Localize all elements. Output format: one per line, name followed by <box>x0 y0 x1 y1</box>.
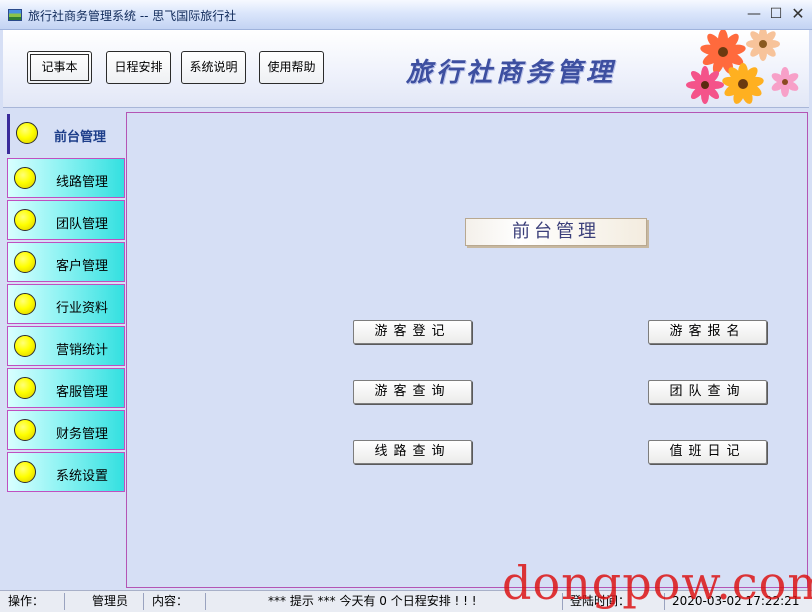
sidebar-item-front-desk[interactable]: 前台管理 <box>7 114 125 154</box>
header-toolbar: 记事本 日程安排 系统说明 使用帮助 旅行社商务管理 <box>3 30 809 108</box>
route-query-button[interactable]: 线路查询 <box>353 440 472 464</box>
main-panel: 前台管理 游客登记 游客报名 游客查询 团队查询 线路查询 值班日记 <box>126 112 808 588</box>
title-bar: 旅行社商务管理系统 -- 思飞国际旅行社 — ☐ ✕ <box>0 0 812 30</box>
app-icon <box>8 9 22 21</box>
schedule-button[interactable]: 日程安排 <box>106 51 171 84</box>
status-dot-icon <box>14 461 36 483</box>
window-title: 旅行社商务管理系统 -- 思飞国际旅行社 <box>28 9 237 23</box>
sidebar-item-label: 团队管理 <box>56 217 109 232</box>
sidebar-item-customers[interactable]: 客户管理 <box>7 242 125 282</box>
operator-value: 管理员 <box>92 594 129 608</box>
status-dot-icon <box>14 419 36 441</box>
status-divider <box>205 593 206 610</box>
close-button[interactable]: ✕ <box>788 4 808 24</box>
sidebar-item-system-settings[interactable]: 系统设置 <box>7 452 125 492</box>
sidebar-item-routes[interactable]: 线路管理 <box>7 158 125 198</box>
sidebar-item-finance[interactable]: 财务管理 <box>7 410 125 450</box>
content-label: 内容： <box>152 594 189 608</box>
sidebar-item-groups[interactable]: 团队管理 <box>7 200 125 240</box>
status-divider <box>664 593 665 610</box>
status-divider <box>64 593 65 610</box>
sidebar-item-label: 客户管理 <box>56 259 109 274</box>
login-time-value: 2020-03-02 17:22:21 <box>672 594 800 608</box>
sidebar-item-label: 财务管理 <box>56 427 109 442</box>
sidebar-item-label: 线路管理 <box>56 175 109 190</box>
hint-text: *** 提示 *** 今天有 0 个日程安排 ! ! ! <box>268 594 477 608</box>
sidebar-item-customer-service[interactable]: 客服管理 <box>7 368 125 408</box>
login-time-label: 登陆时间： <box>570 594 631 608</box>
status-bar: 操作： 管理员 内容： *** 提示 *** 今天有 0 个日程安排 ! ! !… <box>0 590 812 612</box>
status-dot-icon <box>14 209 36 231</box>
minimize-button[interactable]: — <box>744 4 764 24</box>
sidebar: 前台管理 线路管理 团队管理 客户管理 行业资料 营销统计 客服管理 财务管理 … <box>3 112 127 588</box>
status-dot-icon <box>14 167 36 189</box>
notepad-button[interactable]: 记事本 <box>27 51 92 84</box>
tourist-register-button[interactable]: 游客登记 <box>353 320 472 344</box>
brand-title: 旅行社商务管理 <box>406 58 617 88</box>
tourist-signup-button[interactable]: 游客报名 <box>648 320 767 344</box>
panel-title: 前台管理 <box>465 218 647 246</box>
system-info-button[interactable]: 系统说明 <box>181 51 246 84</box>
help-button[interactable]: 使用帮助 <box>259 51 324 84</box>
status-dot-icon <box>16 122 38 144</box>
sidebar-item-label: 客服管理 <box>56 385 109 400</box>
operator-label: 操作： <box>8 594 45 608</box>
status-dot-icon <box>14 335 36 357</box>
status-dot-icon <box>14 377 36 399</box>
maximize-button[interactable]: ☐ <box>766 4 786 24</box>
status-dot-icon <box>14 293 36 315</box>
sidebar-item-label: 行业资料 <box>56 301 109 316</box>
tourist-query-button[interactable]: 游客查询 <box>353 380 472 404</box>
sidebar-item-label: 营销统计 <box>56 343 109 358</box>
group-query-button[interactable]: 团队查询 <box>648 380 767 404</box>
status-divider <box>143 593 144 610</box>
status-divider <box>562 593 563 610</box>
sidebar-item-label: 前台管理 <box>54 130 107 145</box>
status-dot-icon <box>14 251 36 273</box>
flower-decoration-icon <box>686 30 799 104</box>
duty-log-button[interactable]: 值班日记 <box>648 440 767 464</box>
sidebar-item-label: 系统设置 <box>56 469 109 484</box>
sidebar-item-industry-data[interactable]: 行业资料 <box>7 284 125 324</box>
sidebar-item-marketing-stats[interactable]: 营销统计 <box>7 326 125 366</box>
